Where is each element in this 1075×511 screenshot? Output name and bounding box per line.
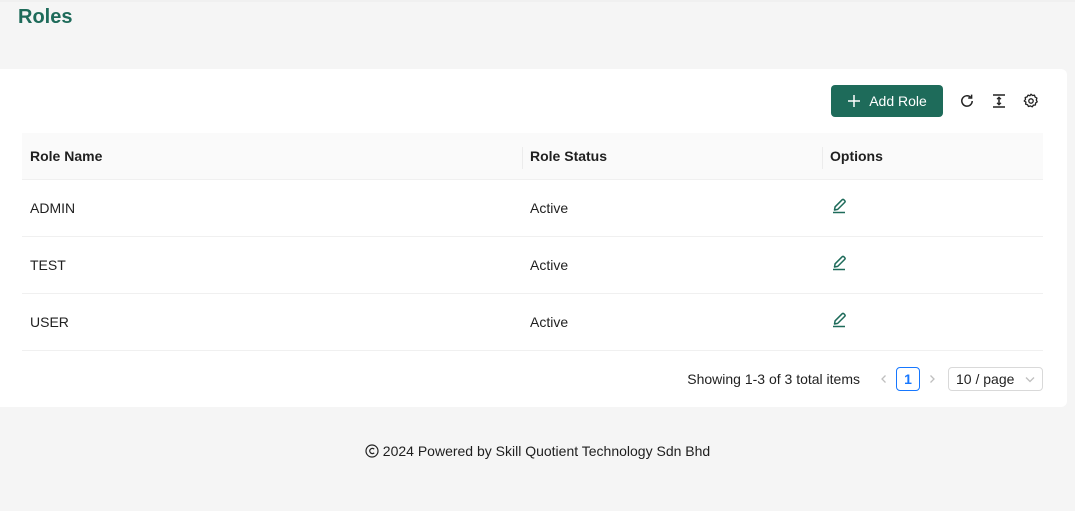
table-row: ADMIN Active [22,180,1043,237]
next-page-icon[interactable] [920,367,944,391]
pagination-total: Showing 1-3 of 3 total items [687,371,860,387]
roles-card: Add Role Role Name Role Status Options A… [0,69,1067,407]
add-role-button[interactable]: Add Role [831,85,943,117]
top-divider [0,0,1075,2]
chevron-down-icon [1025,377,1035,383]
edit-icon[interactable] [830,311,848,329]
edit-icon[interactable] [830,197,848,215]
page-number-current[interactable]: 1 [896,367,920,391]
column-header-role-status[interactable]: Role Status [522,133,822,179]
role-name-cell: USER [30,314,69,330]
options-cell [822,237,1043,293]
plus-icon [848,95,861,107]
table-row: USER Active [22,294,1043,351]
reload-icon[interactable] [951,85,983,117]
setting-icon[interactable] [1015,85,1047,117]
prev-page-icon[interactable] [872,367,896,391]
table-toolbar: Add Role [831,85,1047,117]
role-name-cell: ADMIN [30,200,76,216]
role-name-cell: TEST [30,257,66,273]
options-cell [822,180,1043,236]
table-header: Role Name Role Status Options [22,133,1043,180]
page-size-value: 10 / page [956,371,1015,387]
column-header-role-name[interactable]: Role Name [22,133,522,179]
edit-icon[interactable] [830,254,848,272]
options-cell [822,294,1043,350]
footer-text: 2024 Powered by Skill Quotient Technolog… [382,443,711,459]
add-role-label: Add Role [869,93,927,109]
roles-table: Role Name Role Status Options ADMIN Acti… [22,133,1043,351]
footer: 2024 Powered by Skill Quotient Technolog… [0,440,1075,462]
role-status-cell: Active [530,257,569,273]
page-title: Roles [18,6,73,28]
roles-page: Roles Add Role Role Name Role Status Opt… [0,0,1075,511]
copyright-icon [365,444,379,458]
role-status-cell: Active [530,314,569,330]
role-status-cell: Active [530,200,569,216]
page-size-select[interactable]: 10 / page [948,367,1043,391]
column-height-icon[interactable] [983,85,1015,117]
pagination: Showing 1-3 of 3 total items 1 10 / page [687,367,1043,391]
table-row: TEST Active [22,237,1043,294]
column-header-options: Options [822,133,1043,179]
